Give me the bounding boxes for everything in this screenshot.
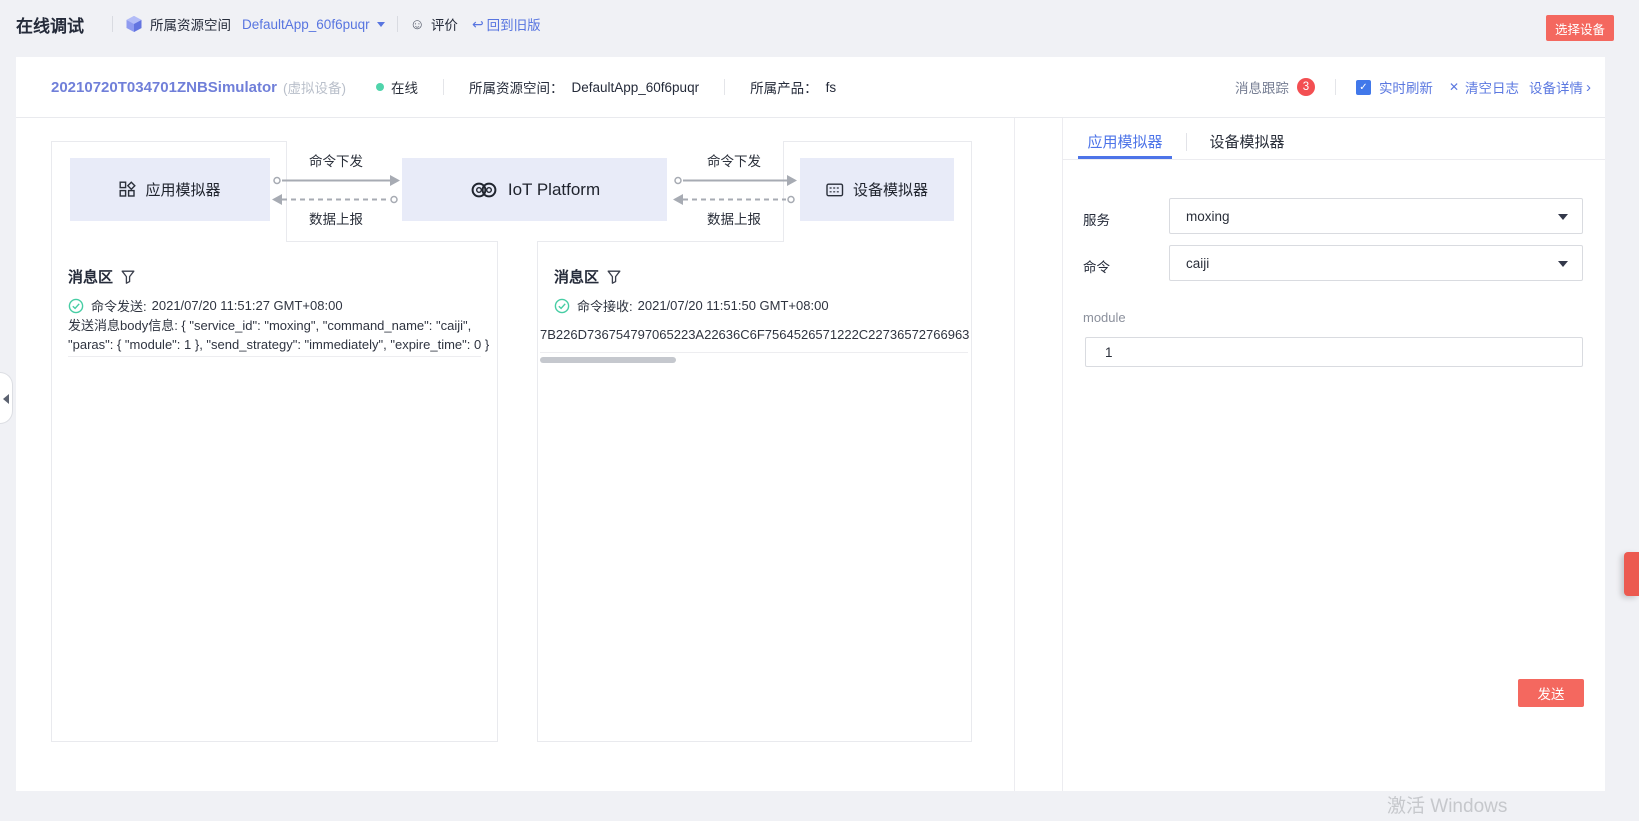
device-message-entry-header: 命令接收: 2021/07/20 11:51:50 GMT+08:00 bbox=[554, 296, 829, 315]
device-info-bar: 20210720T034701ZNBSimulator (虚拟设备) 在线 所属… bbox=[16, 57, 1605, 118]
resource-space-label: 所属资源空间 bbox=[150, 14, 231, 34]
device-message-area-header: 消息区 bbox=[554, 266, 621, 287]
sidebar-collapse-handle[interactable] bbox=[0, 372, 13, 424]
divider bbox=[397, 16, 398, 32]
message-divider bbox=[68, 356, 481, 357]
device-simulator-label: 设备模拟器 bbox=[853, 179, 928, 200]
device-detail-link[interactable]: 设备详情 bbox=[1529, 77, 1583, 97]
status-text: 在线 bbox=[391, 77, 418, 97]
back-arrow-icon: ↩ bbox=[472, 16, 484, 33]
device-message-area-title: 消息区 bbox=[554, 266, 599, 287]
device-list-icon bbox=[826, 182, 844, 198]
send-button[interactable]: 发送 bbox=[1518, 679, 1584, 707]
message-trace-link[interactable]: 消息跟踪 bbox=[1235, 77, 1289, 97]
divider bbox=[112, 16, 113, 32]
resource-space-cube-icon bbox=[125, 15, 143, 33]
device-message-event: 命令接收: bbox=[577, 296, 633, 315]
tabs-bottom-border bbox=[1062, 159, 1605, 160]
windows-activation-watermark: 激活 Windows 转到“设置”以激活 Windows bbox=[1387, 791, 1543, 821]
command-select[interactable]: caiji bbox=[1169, 245, 1583, 281]
service-select[interactable]: moxing bbox=[1169, 198, 1583, 234]
iot-logo-icon bbox=[469, 180, 499, 200]
feedback-smiley-icon: ☺ bbox=[410, 16, 425, 33]
resource-space-value: DefaultApp_60f6puqr bbox=[571, 80, 699, 95]
divider bbox=[443, 79, 444, 95]
filter-funnel-icon[interactable] bbox=[121, 270, 135, 284]
app-grid-icon bbox=[119, 181, 136, 198]
divider bbox=[1335, 79, 1336, 95]
resource-space-selector[interactable]: DefaultApp_60f6puqr bbox=[242, 17, 370, 32]
app-message-event: 命令发送: bbox=[91, 296, 147, 315]
resource-space-label: 所属资源空间： bbox=[469, 77, 564, 97]
success-check-icon bbox=[68, 298, 84, 314]
command-label: 命令 bbox=[1083, 256, 1110, 276]
app-message-area-header: 消息区 bbox=[68, 266, 135, 287]
tab-separator bbox=[1186, 133, 1187, 151]
data-up-label-right: 数据上报 bbox=[692, 208, 776, 228]
chevron-left-icon bbox=[3, 394, 9, 404]
chevron-down-icon[interactable] bbox=[377, 22, 385, 27]
device-simulator-box: 设备模拟器 bbox=[800, 158, 954, 221]
realtime-refresh-label[interactable]: 实时刷新 bbox=[1379, 77, 1433, 97]
app-message-area-title: 消息区 bbox=[68, 266, 113, 287]
command-select-value: caiji bbox=[1186, 256, 1209, 271]
iot-platform-label: IoT Platform bbox=[508, 180, 600, 200]
device-message-time: 2021/07/20 11:51:50 GMT+08:00 bbox=[638, 298, 829, 313]
panel-divider bbox=[1062, 118, 1063, 791]
top-navbar: 在线调试 所属资源空间 DefaultApp_60f6puqr ☺ 评价 ↩ 回… bbox=[0, 0, 1639, 48]
tab-device-simulator[interactable]: 设备模拟器 bbox=[1200, 131, 1294, 152]
service-label: 服务 bbox=[1083, 209, 1110, 229]
app-simulator-label: 应用模拟器 bbox=[145, 179, 220, 200]
realtime-refresh-checkbox[interactable]: ✓ bbox=[1356, 80, 1371, 95]
horizontal-scrollbar-thumb[interactable] bbox=[540, 357, 676, 363]
side-feedback-tab[interactable] bbox=[1624, 552, 1639, 596]
param-module-input[interactable] bbox=[1085, 337, 1583, 367]
chevron-right-icon[interactable]: › bbox=[1586, 79, 1591, 96]
app-message-body: 发送消息body信息: { "service_id": "moxing", "c… bbox=[68, 317, 492, 354]
service-select-value: moxing bbox=[1186, 209, 1230, 224]
clear-log-x-icon[interactable]: ✕ bbox=[1449, 80, 1459, 94]
tab-app-simulator[interactable]: 应用模拟器 bbox=[1078, 131, 1172, 152]
product-label: 所属产品： bbox=[750, 77, 818, 97]
command-down-label-right: 命令下发 bbox=[692, 150, 776, 170]
panel-divider bbox=[1014, 118, 1015, 791]
clear-log-link[interactable]: 清空日志 bbox=[1465, 77, 1519, 97]
chevron-down-icon bbox=[1558, 214, 1568, 220]
app-message-time: 2021/07/20 11:51:27 GMT+08:00 bbox=[152, 298, 343, 313]
device-name-link[interactable]: 20210720T034701ZNBSimulator bbox=[51, 79, 277, 96]
back-to-old-version-link[interactable]: 回到旧版 bbox=[487, 14, 541, 34]
device-type-suffix: (虚拟设备) bbox=[283, 77, 346, 97]
filter-funnel-icon[interactable] bbox=[607, 270, 621, 284]
success-check-icon bbox=[554, 298, 570, 314]
device-message-hex-body: 7B226D736754797065223A22636C6F7564526571… bbox=[540, 326, 970, 345]
divider bbox=[724, 79, 725, 95]
command-down-label-left: 命令下发 bbox=[294, 150, 378, 170]
data-up-label-left: 数据上报 bbox=[294, 208, 378, 228]
online-dot-icon bbox=[376, 83, 384, 91]
iot-platform-box: IoT Platform bbox=[402, 158, 667, 221]
message-trace-count-badge: 3 bbox=[1297, 78, 1315, 96]
message-divider bbox=[540, 352, 968, 353]
param-module-label: module bbox=[1083, 310, 1126, 325]
rate-link[interactable]: 评价 bbox=[431, 14, 458, 34]
product-value: fs bbox=[826, 80, 837, 95]
status-badge: 在线 bbox=[376, 77, 418, 97]
select-device-button[interactable]: 选择设备 bbox=[1546, 15, 1614, 41]
device-bar-actions: 消息跟踪 3 ✓ 实时刷新 ✕ 清空日志 设备详情 › bbox=[1235, 77, 1591, 97]
chevron-down-icon bbox=[1558, 261, 1568, 267]
online-debug-page: 在线调试 所属资源空间 DefaultApp_60f6puqr ☺ 评价 ↩ 回… bbox=[0, 0, 1639, 821]
page-title: 在线调试 bbox=[16, 12, 84, 37]
app-message-entry-header: 命令发送: 2021/07/20 11:51:27 GMT+08:00 bbox=[68, 296, 343, 315]
active-tab-underline bbox=[1078, 156, 1172, 159]
watermark-line1: 激活 Windows bbox=[1387, 791, 1543, 818]
app-simulator-box: 应用模拟器 bbox=[70, 158, 270, 221]
